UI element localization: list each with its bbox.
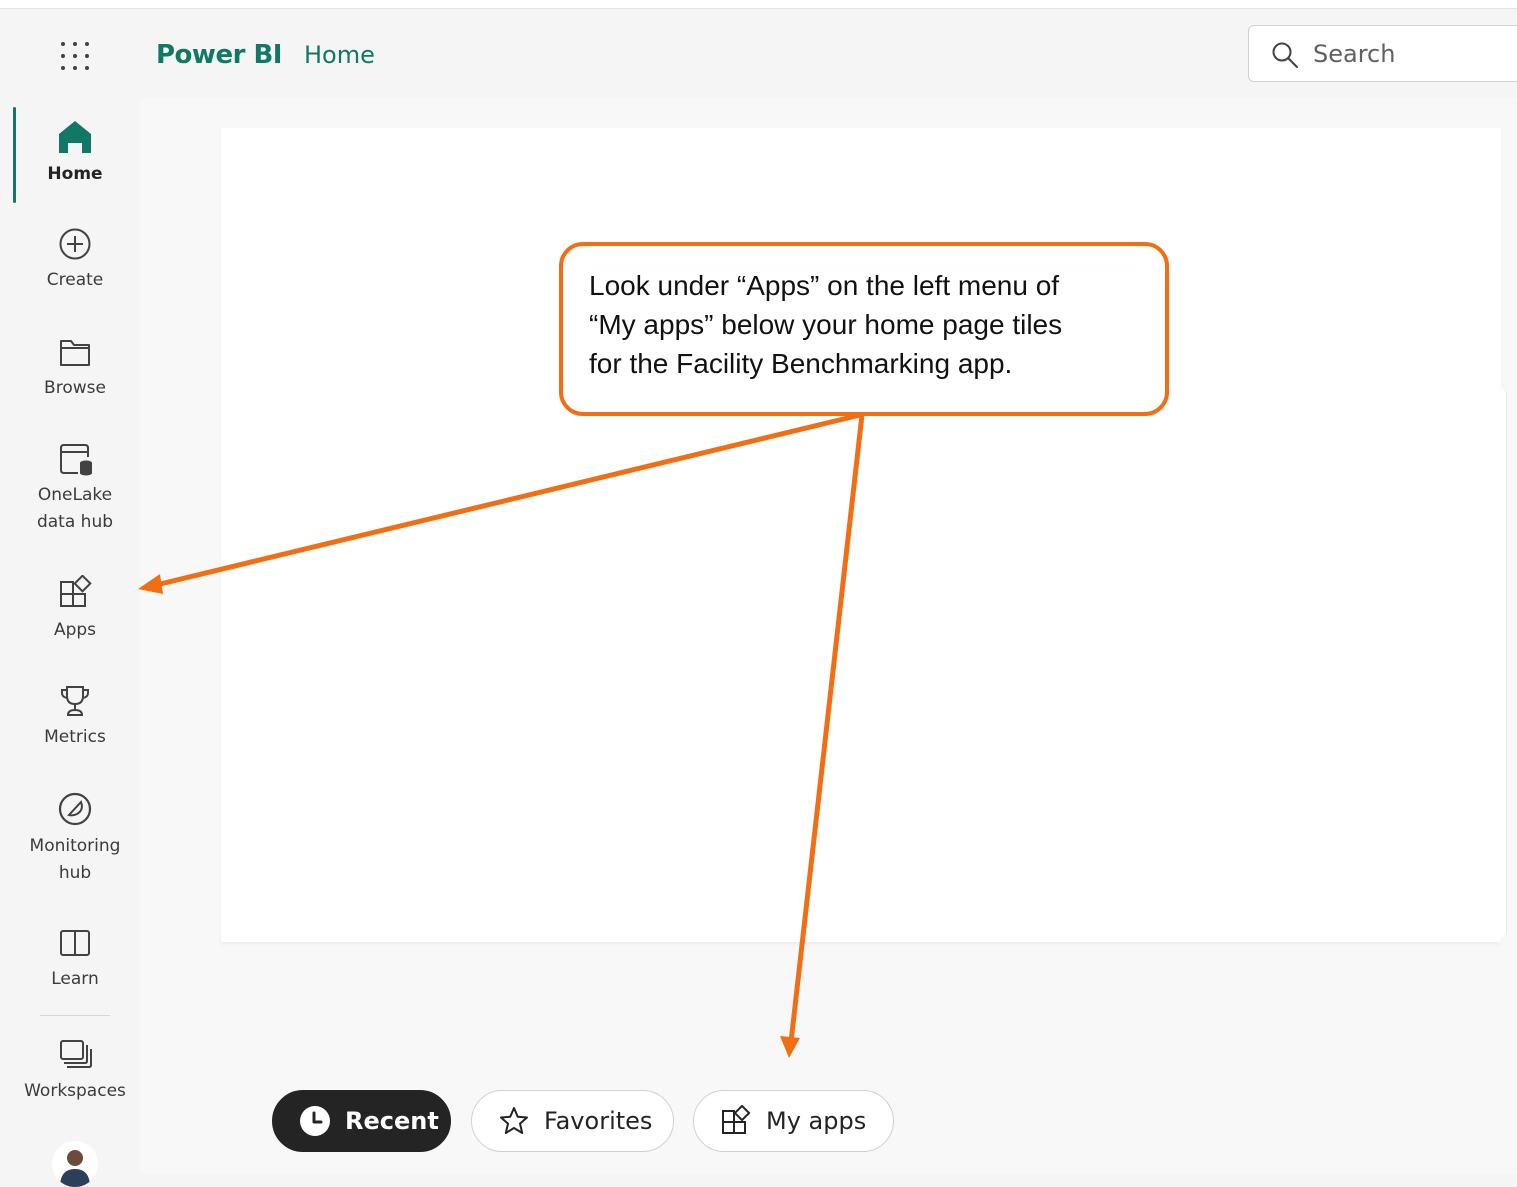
nav-label-onelake: OneLake data hub — [10, 482, 140, 536]
nav-item-learn[interactable]: Learn — [10, 924, 140, 993]
book-icon — [60, 930, 90, 956]
tab-favorites-label: Favorites — [544, 1107, 653, 1135]
nav-label-monitoring-text: Monitoring hub — [29, 836, 121, 883]
nav-label-create: Create — [46, 270, 104, 290]
folder-icon — [60, 340, 90, 366]
search-input[interactable] — [1313, 36, 1513, 72]
waffle-grid-icon[interactable] — [57, 38, 93, 74]
nav-item-create[interactable]: Create — [10, 225, 140, 294]
callout-line-3: for the Facility Benchmarking app. — [589, 348, 1013, 379]
workspaces-icon — [60, 1040, 92, 1068]
callout-line-1: Look under “Apps” on the left menu of — [589, 270, 1060, 301]
search-icon — [1272, 42, 1298, 68]
tab-favorites[interactable]: Favorites — [471, 1090, 674, 1152]
nav-label-workspaces: Workspaces — [24, 1081, 126, 1101]
nav-divider — [40, 1015, 110, 1016]
nav-label-apps: Apps — [53, 620, 97, 640]
annotation-callout: Look under “Apps” on the left menu of “M… — [559, 242, 1169, 416]
user-avatar-icon[interactable] — [52, 1141, 98, 1187]
brand-title[interactable]: Power BI — [156, 40, 282, 70]
nav-item-metrics[interactable]: Metrics — [10, 682, 140, 751]
clock-icon — [300, 1106, 330, 1136]
nav-item-workspaces[interactable]: Workspaces — [10, 1036, 140, 1105]
nav-label-browse: Browse — [44, 378, 106, 398]
nav-item-monitoring[interactable]: Monitoring hub — [10, 789, 140, 887]
top-border — [0, 0, 1517, 9]
search-box[interactable] — [1248, 25, 1517, 82]
gauge-icon — [58, 792, 92, 826]
nav-item-home[interactable]: Home — [10, 117, 140, 188]
nav-item-apps[interactable]: Apps — [10, 575, 140, 644]
tab-my-apps[interactable]: My apps — [693, 1090, 894, 1152]
tab-my-apps-label: My apps — [766, 1107, 867, 1135]
home-tile-edge — [1496, 388, 1507, 938]
home-icon — [59, 121, 91, 153]
add-circle-icon — [59, 228, 91, 260]
nav-label-onelake-text: OneLake data hub — [36, 485, 114, 532]
database-window-icon — [60, 444, 92, 476]
nav-label-monitoring: Monitoring hub — [10, 833, 140, 887]
apps-icon — [722, 1105, 751, 1134]
nav-item-browse[interactable]: Browse — [10, 333, 140, 402]
nav-label-learn: Learn — [51, 969, 99, 989]
star-icon — [500, 1107, 528, 1134]
tab-recent-label: Recent — [345, 1107, 439, 1135]
callout-line-2: “My apps” below your home page tiles — [589, 309, 1063, 340]
trophy-icon — [61, 686, 89, 716]
nav-label-metrics: Metrics — [44, 727, 106, 747]
apps-icon — [60, 575, 92, 607]
nav-item-onelake[interactable]: OneLake data hub — [10, 440, 140, 536]
breadcrumb-home[interactable]: Home — [304, 41, 375, 69]
tab-recent[interactable]: Recent — [272, 1090, 451, 1152]
nav-label-home: Home — [47, 164, 103, 184]
